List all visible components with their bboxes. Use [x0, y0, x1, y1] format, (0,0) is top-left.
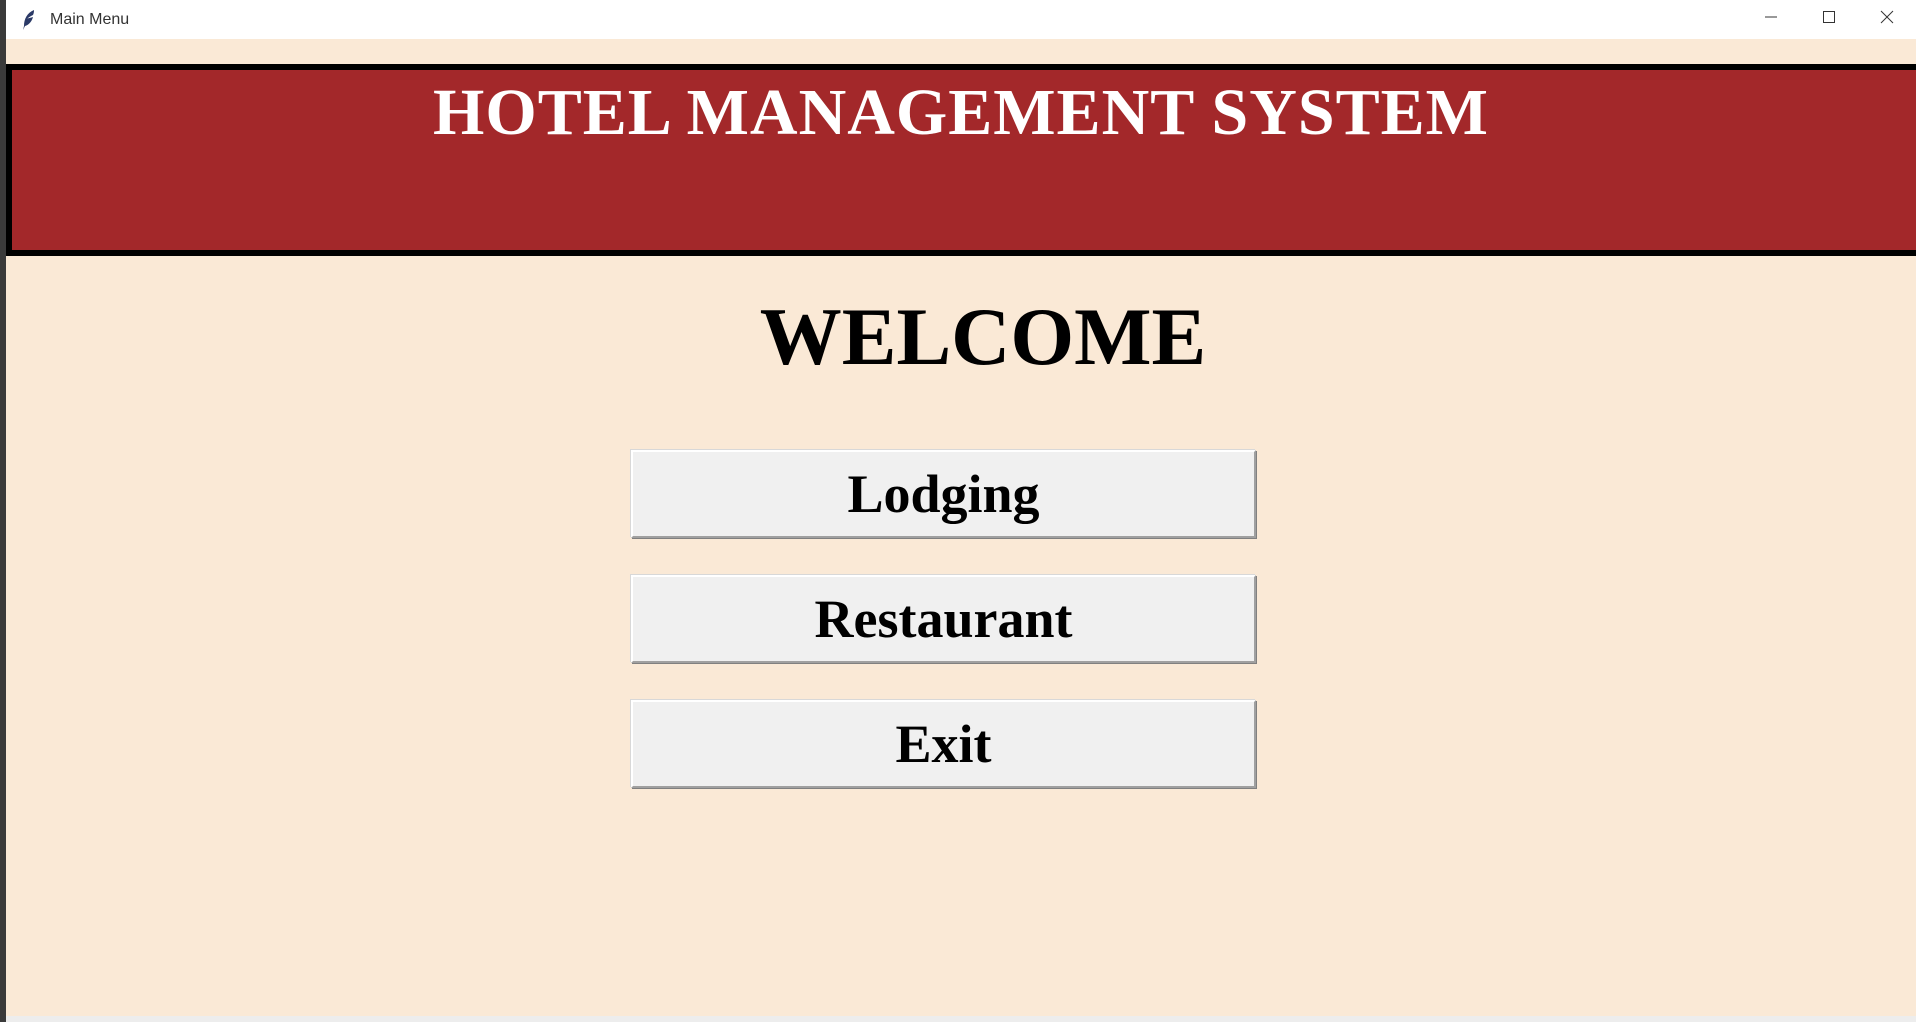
close-button[interactable] [1858, 0, 1916, 39]
main-menu-window: Main Menu HOTEL MANAGEMENT SYSTEM WELCOM… [6, 0, 1916, 1022]
close-icon [1880, 10, 1894, 29]
window-controls [1742, 0, 1916, 39]
maximize-button[interactable] [1800, 0, 1858, 39]
feather-icon [18, 9, 40, 31]
window-bottom-edge [6, 1016, 1916, 1022]
exit-button[interactable]: Exit [631, 700, 1256, 788]
welcome-heading: WELCOME [759, 291, 1207, 382]
minimize-icon [1764, 10, 1778, 29]
app-title: HOTEL MANAGEMENT SYSTEM [433, 76, 1489, 149]
title-bar[interactable]: Main Menu [6, 0, 1916, 39]
restaurant-button[interactable]: Restaurant [631, 575, 1256, 663]
lodging-button[interactable]: Lodging [631, 450, 1256, 538]
window-title: Main Menu [50, 10, 130, 28]
maximize-icon [1822, 10, 1836, 29]
minimize-button[interactable] [1742, 0, 1800, 39]
